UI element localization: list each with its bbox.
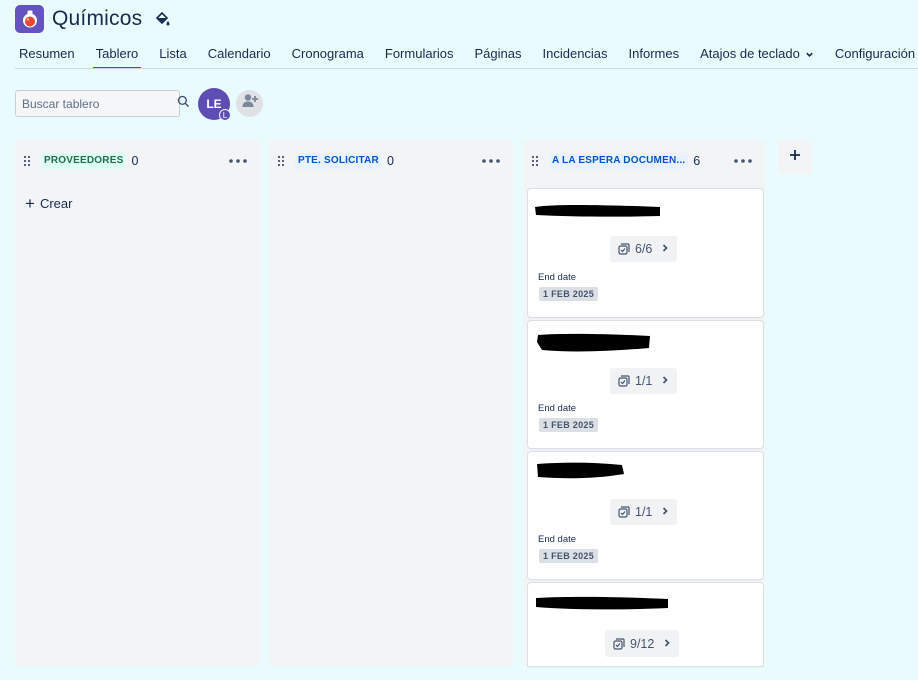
tab-atajos-de-teclado[interactable]: Atajos de teclado: [700, 40, 814, 68]
column-header: PROVEEDORES 0: [15, 150, 260, 172]
redacted-title: [537, 462, 624, 479]
tab-cronograma[interactable]: Cronograma: [292, 40, 364, 68]
subtasks-icon: [613, 637, 625, 650]
board-column-proveedores: PROVEEDORES 0 + Crear: [15, 140, 260, 666]
end-date-value: 1 FEB 2025: [539, 418, 599, 432]
avatar-badge: L: [219, 109, 231, 121]
end-date-label: End date: [538, 272, 577, 283]
tab-tablero[interactable]: Tablero: [92, 40, 141, 69]
subtask-count: 9/12: [630, 636, 655, 651]
tab-calendario[interactable]: Calendario: [208, 40, 271, 68]
tab-lista[interactable]: Lista: [159, 40, 186, 68]
subtask-count: 1/1: [635, 505, 653, 519]
end-date-label: End date: [538, 403, 577, 414]
redacted-title: [537, 333, 650, 352]
subtask-progress-chip[interactable]: 1/1: [610, 368, 678, 394]
drag-handle-icon[interactable]: [23, 155, 33, 167]
flask-icon[interactable]: [15, 5, 44, 33]
board-column-pte-solicitar: PTE. SOLICITAR 0: [269, 140, 513, 666]
subtask-progress-chip[interactable]: 9/12: [605, 630, 680, 657]
chevron-down-icon: [805, 47, 814, 62]
column-count: 0: [386, 154, 394, 168]
column-header: PTE. SOLICITAR 0: [269, 150, 513, 172]
create-label: Crear: [39, 196, 73, 211]
end-date-label: End date: [538, 534, 577, 545]
column-count: 6: [693, 154, 701, 168]
issue-card[interactable]: 9/12: [528, 583, 763, 666]
add-people-button[interactable]: [234, 88, 265, 119]
tabs-divider: [15, 68, 918, 69]
board-search[interactable]: [15, 90, 190, 117]
issue-card[interactable]: 6/6 End date 1 FEB 2025: [528, 189, 763, 317]
redacted-title: [535, 205, 660, 217]
subtask-count: 6/6: [635, 242, 653, 256]
plus-icon: +: [25, 193, 35, 213]
chevron-right-icon: [661, 505, 669, 519]
column-name: PTE. SOLICITAR: [295, 153, 382, 169]
paint-bucket-icon[interactable]: [154, 10, 172, 28]
tab-incidencias[interactable]: Incidencias: [543, 40, 608, 68]
issue-card[interactable]: 1/1 End date 1 FEB 2025: [528, 321, 763, 448]
end-date-value: 1 FEB 2025: [539, 287, 599, 301]
tab-configuracion[interactable]: Configuración d: [835, 40, 918, 68]
more-options-icon[interactable]: [228, 154, 248, 168]
project-title: Químicos: [52, 7, 143, 30]
column-count: 0: [131, 154, 139, 168]
create-issue-button[interactable]: + Crear: [25, 193, 73, 213]
chevron-right-icon: [661, 242, 669, 256]
tab-formularios[interactable]: Formularios: [385, 40, 454, 68]
project-header: Químicos: [15, 5, 172, 33]
subtasks-icon: [618, 506, 630, 518]
subtask-count: 1/1: [635, 374, 653, 388]
subtask-progress-chip[interactable]: 6/6: [610, 236, 678, 262]
search-input[interactable]: [22, 96, 177, 111]
add-column-button[interactable]: [778, 140, 812, 174]
subtasks-icon: [618, 375, 630, 387]
subtask-progress-chip[interactable]: 1/1: [610, 499, 678, 525]
add-user-icon: [241, 93, 259, 114]
drag-handle-icon[interactable]: [277, 155, 287, 167]
issue-card[interactable]: 1/1 End date 1 FEB 2025: [528, 452, 763, 579]
tab-paginas[interactable]: Páginas: [475, 40, 522, 68]
column-name: PROVEEDORES: [41, 153, 127, 169]
project-nav-tabs: Resumen Tablero Lista Calendario Cronogr…: [15, 40, 918, 69]
more-options-icon[interactable]: [733, 154, 753, 168]
tab-informes[interactable]: Informes: [629, 40, 680, 68]
plus-icon: [789, 148, 801, 166]
chevron-right-icon: [661, 374, 669, 388]
search-icon: [177, 95, 190, 113]
column-name: A LA ESPERA DOCUMEN...: [549, 153, 689, 169]
column-header: A LA ESPERA DOCUMEN... 6: [523, 150, 765, 172]
more-options-icon[interactable]: [481, 154, 501, 168]
tab-resumen[interactable]: Resumen: [19, 40, 75, 68]
tab-atajos-label: Atajos de teclado: [700, 46, 800, 61]
redacted-title: [536, 596, 668, 610]
end-date-value: 1 FEB 2025: [539, 549, 599, 563]
subtasks-icon: [618, 243, 630, 255]
chevron-right-icon: [663, 637, 671, 651]
drag-handle-icon[interactable]: [531, 155, 541, 167]
